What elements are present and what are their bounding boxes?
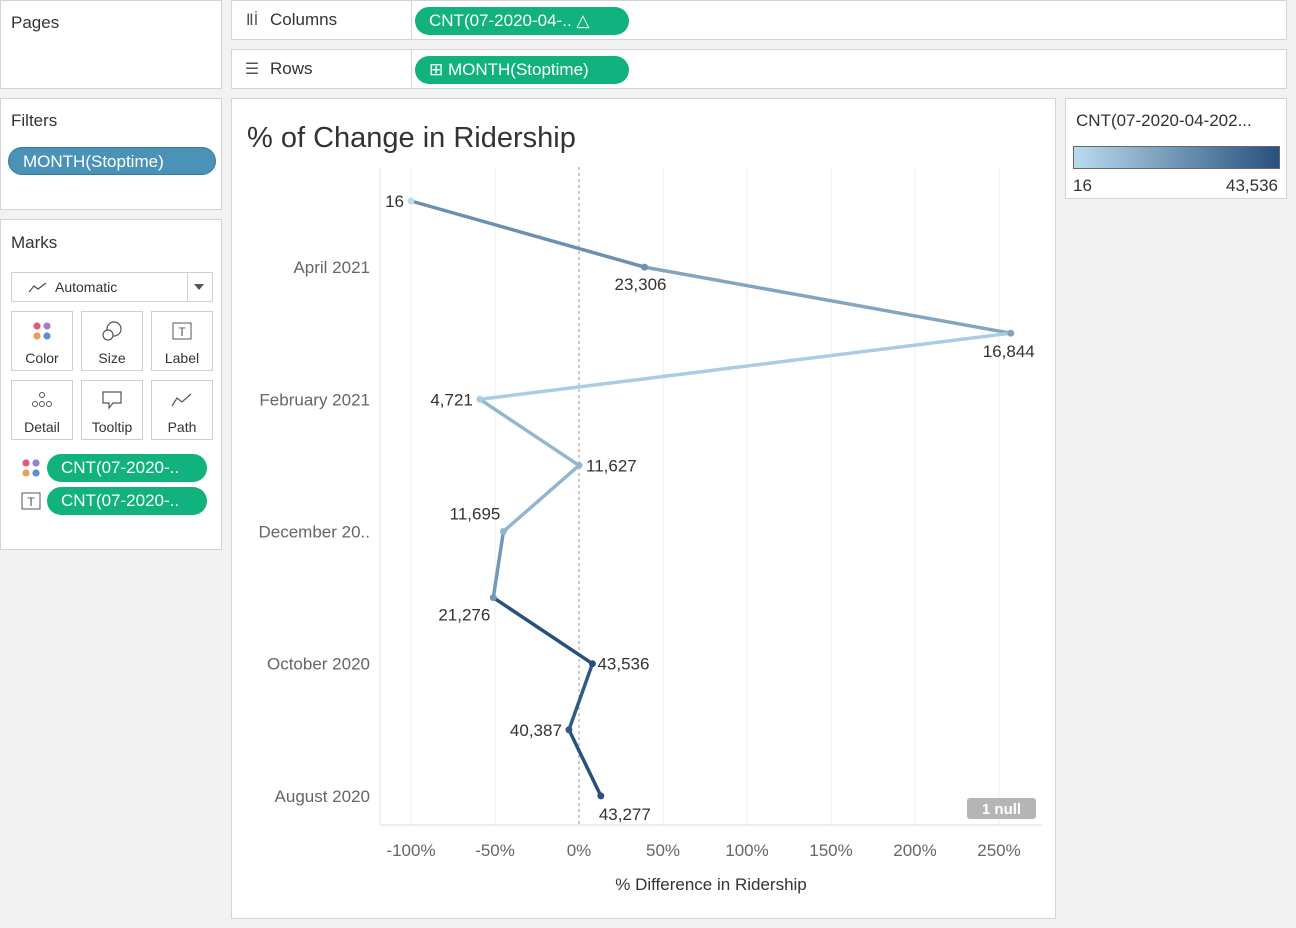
line-mark-icon xyxy=(28,282,47,293)
series-line-segment xyxy=(409,199,647,269)
data-point xyxy=(499,528,507,535)
series-line-segment xyxy=(642,265,1013,335)
columns-label: Columns xyxy=(270,10,338,29)
filters-panel: Filters MONTH(Stoptime) xyxy=(0,98,222,210)
data-label: 16 xyxy=(385,192,404,211)
y-tick-label: February 2021 xyxy=(259,390,370,409)
marks-field-label[interactable]: CNT(07-2020-.. xyxy=(47,487,207,515)
legend-color-ramp xyxy=(1073,146,1280,169)
x-tick-label: 50% xyxy=(646,841,680,860)
x-tick-label: -100% xyxy=(386,841,435,860)
size-card[interactable]: Size xyxy=(81,311,143,371)
chevron-down-icon[interactable] xyxy=(194,284,204,290)
chart-title: % of Change in Ridership xyxy=(247,122,576,154)
filters-title: Filters xyxy=(11,111,58,130)
detail-dots-icon xyxy=(32,392,52,407)
color-legend: CNT(07-2020-04-202... 16 43,536 xyxy=(1065,98,1287,199)
chart-svg: % of Change in Ridership % Difference in… xyxy=(247,122,1042,894)
label-t-icon: T xyxy=(21,492,41,510)
series-line-segment xyxy=(478,331,1013,402)
data-point xyxy=(597,792,605,800)
tooltip-card-label: Tooltip xyxy=(91,419,133,435)
x-tick-label: 100% xyxy=(725,841,768,860)
detail-card[interactable]: Detail xyxy=(11,380,73,440)
chart-panel: % of Change in Ridership % Difference in… xyxy=(231,98,1056,919)
data-label: 16,844 xyxy=(983,342,1035,361)
rows-shelf[interactable]: ☰ Rows ⊞ MONTH(Stoptime) xyxy=(231,49,1287,89)
tooltip-bubble-icon xyxy=(102,391,122,410)
color-card[interactable]: Color xyxy=(11,311,73,371)
data-label: 23,306 xyxy=(615,275,667,294)
series-line-segment xyxy=(501,463,581,534)
label-card-label: Label xyxy=(164,350,200,366)
marks-panel: Marks Automatic Color Size T Label Detai… xyxy=(0,219,222,550)
filter-pill-month[interactable]: MONTH(Stoptime) xyxy=(8,147,216,175)
legend-title: CNT(07-2020-04-202... xyxy=(1076,111,1252,130)
tooltip-card[interactable]: Tooltip xyxy=(81,380,143,440)
data-label: 43,536 xyxy=(597,655,649,674)
data-point xyxy=(476,395,484,403)
y-tick-label: December 20.. xyxy=(259,523,371,542)
series-line-segment xyxy=(491,595,595,666)
data-point xyxy=(588,660,596,668)
data-point xyxy=(489,594,497,602)
size-circles-icon xyxy=(102,321,122,341)
color-card-label: Color xyxy=(25,350,59,366)
svg-text:T: T xyxy=(27,495,35,509)
data-label: 4,721 xyxy=(430,390,473,409)
null-badge-label: 1 null xyxy=(982,801,1021,818)
label-card[interactable]: T Label xyxy=(151,311,213,371)
x-tick-label: 250% xyxy=(977,841,1020,860)
mark-type-dropdown[interactable]: Automatic xyxy=(11,272,213,302)
x-axis-title: % Difference in Ridership xyxy=(615,875,807,894)
legend-max-label: 43,536 xyxy=(1226,176,1278,195)
y-tick-label: October 2020 xyxy=(267,655,370,674)
columns-shelf[interactable]: Ⅱİ Columns CNT(07-2020-04-.. △ xyxy=(231,0,1287,40)
columns-pill[interactable]: CNT(07-2020-04-.. △ xyxy=(415,7,629,35)
legend-min-label: 16 xyxy=(1073,176,1092,195)
label-t-icon: T xyxy=(172,322,192,340)
marks-title: Marks xyxy=(11,233,58,252)
data-point xyxy=(407,197,415,205)
path-card[interactable]: Path xyxy=(151,380,213,440)
color-dots-icon xyxy=(33,322,51,340)
color-dots-icon xyxy=(22,459,40,477)
x-tick-label: -50% xyxy=(475,841,515,860)
data-label: 21,276 xyxy=(438,606,490,625)
data-label: 11,627 xyxy=(586,456,637,475)
data-point xyxy=(1007,329,1015,337)
data-point xyxy=(575,461,583,469)
x-tick-label: 200% xyxy=(893,841,936,860)
detail-card-label: Detail xyxy=(24,419,60,435)
path-line-icon xyxy=(171,393,192,407)
data-point xyxy=(641,263,649,271)
rows-pill[interactable]: ⊞ MONTH(Stoptime) xyxy=(415,56,629,84)
x-tick-label: 0% xyxy=(567,841,592,860)
data-label: 43,277 xyxy=(599,805,651,824)
data-label: 11,695 xyxy=(450,505,501,524)
data-point xyxy=(565,726,573,734)
series-line-segment xyxy=(567,661,595,732)
y-tick-label: April 2021 xyxy=(293,258,370,277)
rows-label: Rows xyxy=(270,59,313,78)
columns-icon: Ⅱİ xyxy=(245,12,259,29)
y-tick-label: August 2020 xyxy=(275,787,370,806)
x-tick-label: 150% xyxy=(809,841,852,860)
path-card-label: Path xyxy=(167,419,197,435)
size-card-label: Size xyxy=(98,350,126,366)
series-line-segment xyxy=(567,728,603,798)
svg-text:T: T xyxy=(178,325,186,339)
marks-field-color[interactable]: CNT(07-2020-.. xyxy=(47,454,207,482)
pages-panel: Pages xyxy=(0,0,222,89)
rows-icon: ☰ xyxy=(244,61,260,78)
mark-type-label: Automatic xyxy=(55,279,118,295)
data-label: 40,387 xyxy=(510,721,562,740)
pages-title: Pages xyxy=(11,13,60,32)
